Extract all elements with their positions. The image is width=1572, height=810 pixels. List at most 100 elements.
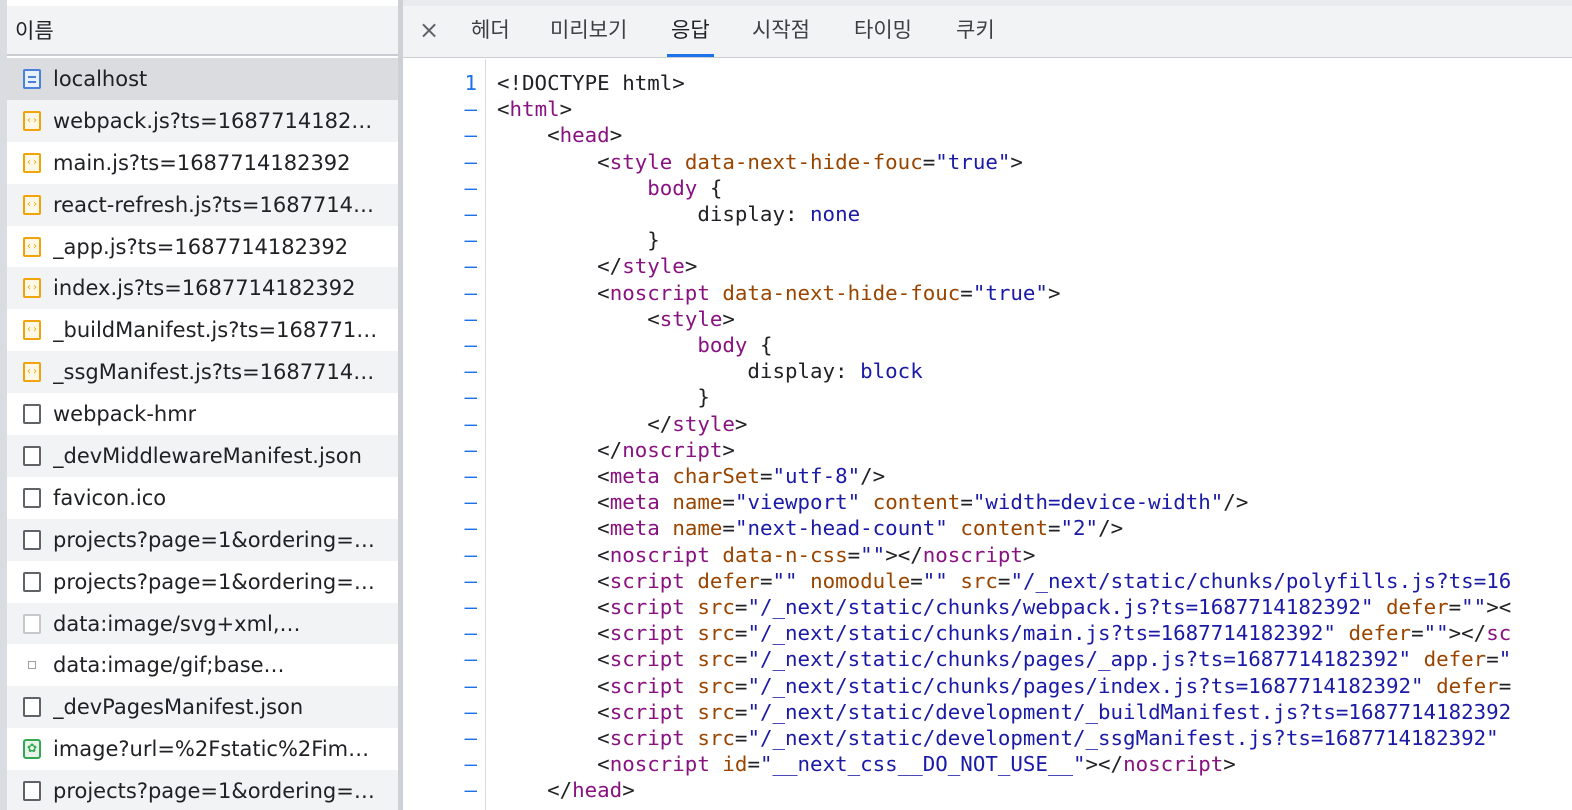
collapse-marker[interactable]: – bbox=[403, 463, 477, 489]
collapse-marker[interactable]: – bbox=[403, 699, 477, 725]
collapse-marker[interactable]: – bbox=[403, 568, 477, 594]
detail-tabbar: × 헤더 미리보기 응답 시작점 타이밍 쿠키 bbox=[403, 6, 1572, 58]
code-token-pun: = bbox=[734, 699, 748, 724]
collapse-marker[interactable]: – bbox=[403, 673, 477, 699]
code-token-pun: > bbox=[609, 123, 623, 148]
tab-headers[interactable]: 헤더 bbox=[467, 6, 514, 57]
collapse-marker[interactable]: – bbox=[403, 227, 477, 253]
code-token-pun: < bbox=[497, 568, 610, 593]
request-name: _app.js?ts=1687714182392 bbox=[53, 234, 349, 259]
code-token-pun: = bbox=[997, 568, 1011, 593]
collapse-marker[interactable]: – bbox=[403, 725, 477, 751]
collapse-marker[interactable]: – bbox=[403, 306, 477, 332]
name-column-header[interactable]: 이름 bbox=[7, 6, 398, 56]
collapse-marker[interactable]: – bbox=[403, 384, 477, 410]
request-row[interactable]: webpack-hmr bbox=[7, 393, 398, 435]
code-token-attr: name bbox=[672, 516, 723, 541]
tab-cookies[interactable]: 쿠키 bbox=[952, 6, 999, 57]
collapse-marker[interactable]: – bbox=[403, 646, 477, 672]
code-token-pun: > bbox=[622, 778, 635, 803]
collapse-marker[interactable]: – bbox=[403, 149, 477, 175]
request-row[interactable]: projects?page=1&ordering=… bbox=[7, 770, 398, 810]
collapse-marker[interactable]: – bbox=[403, 96, 477, 122]
collapse-marker[interactable]: – bbox=[403, 411, 477, 437]
tab-initiator[interactable]: 시작점 bbox=[748, 6, 814, 57]
code-token-pun: < bbox=[497, 699, 610, 724]
code-token-pun bbox=[685, 726, 698, 750]
request-row[interactable]: favicon.ico bbox=[7, 477, 398, 519]
tab-timing[interactable]: 타이밍 bbox=[850, 6, 916, 57]
code-token-pun: = bbox=[922, 149, 936, 174]
code-token-pun: { bbox=[747, 333, 773, 357]
gutter-divider bbox=[485, 59, 486, 810]
code-token-tag: style bbox=[622, 254, 685, 279]
request-row[interactable]: ✿ image?url=%2Fstatic%2Fim… bbox=[7, 728, 398, 770]
code-text: } bbox=[497, 227, 660, 253]
code-text: <head> bbox=[497, 122, 622, 148]
collapse-marker[interactable]: – bbox=[403, 515, 477, 541]
request-row[interactable]: projects?page=1&ordering=… bbox=[7, 561, 398, 603]
request-name: main.js?ts=1687714182392 bbox=[53, 150, 351, 175]
request-row[interactable]: localhost bbox=[7, 58, 398, 100]
code-token-pun: < bbox=[497, 542, 610, 567]
request-row[interactable]: ‹› react-refresh.js?ts=1687714… bbox=[7, 183, 398, 226]
code-text: <noscript data-n-css=""></noscript> bbox=[497, 542, 1035, 568]
code-token-tag: meta bbox=[609, 516, 660, 541]
request-row[interactable]: _devPagesManifest.json bbox=[7, 686, 398, 729]
request-row[interactable]: _devMiddlewareManifest.json bbox=[7, 435, 398, 477]
close-icon[interactable]: × bbox=[417, 14, 441, 46]
code-token-pun bbox=[685, 569, 698, 593]
collapse-marker[interactable]: – bbox=[403, 358, 477, 384]
request-row[interactable]: ‹› _ssgManifest.js?ts=1687714… bbox=[7, 351, 398, 394]
request-row[interactable]: projects?page=1&ordering=… bbox=[7, 518, 398, 561]
request-row[interactable]: data:image/gif;base… bbox=[7, 644, 398, 686]
response-code-viewer[interactable]: 1 <!DOCTYPE html> – <html> – <head> – <style … bbox=[403, 59, 1572, 810]
code-token-pun: ></ bbox=[1085, 752, 1124, 777]
code-text: <html> bbox=[497, 96, 572, 122]
code-token-pun: > bbox=[734, 411, 748, 436]
code-token-val: "" bbox=[772, 568, 798, 593]
image-file-icon: ✿ bbox=[23, 739, 41, 760]
request-row[interactable]: ‹› _app.js?ts=1687714182392 bbox=[7, 226, 398, 268]
collapse-marker[interactable]: – bbox=[403, 201, 477, 227]
collapse-marker[interactable]: – bbox=[403, 253, 477, 279]
collapse-marker[interactable]: – bbox=[403, 777, 477, 803]
collapse-marker[interactable]: – bbox=[403, 122, 477, 148]
code-token-val: "/_next/static/development/_ssgManifest.… bbox=[747, 726, 1499, 750]
request-name: image?url=%2Fstatic%2Fim… bbox=[53, 737, 370, 762]
code-token-pun bbox=[860, 490, 873, 514]
collapse-marker[interactable]: – bbox=[403, 175, 477, 201]
request-row[interactable]: ‹› main.js?ts=1687714182392 bbox=[7, 142, 398, 184]
code-token-pun: } bbox=[497, 228, 660, 253]
code-token-attr: src bbox=[697, 673, 735, 698]
code-token-pun: < bbox=[497, 123, 560, 148]
collapse-marker[interactable]: – bbox=[403, 620, 477, 646]
code-text: <script src="/_next/static/chunks/pages/… bbox=[497, 646, 1511, 672]
collapse-marker[interactable]: – bbox=[403, 542, 477, 568]
request-name: _ssgManifest.js?ts=1687714… bbox=[53, 360, 375, 385]
collapse-marker[interactable]: – bbox=[403, 437, 477, 463]
collapse-marker[interactable]: – bbox=[403, 594, 477, 620]
request-row[interactable]: ‹› _buildManifest.js?ts=168771… bbox=[7, 309, 398, 351]
request-row[interactable]: data:image/svg+xml,… bbox=[7, 602, 398, 645]
code-token-pun bbox=[948, 516, 961, 540]
code-token-pun: < bbox=[497, 647, 610, 672]
document-icon bbox=[23, 68, 41, 89]
collapse-marker[interactable]: – bbox=[403, 751, 477, 777]
request-row[interactable]: ‹› index.js?ts=1687714182392 bbox=[7, 267, 398, 310]
code-token-pun bbox=[710, 543, 723, 567]
collapse-marker[interactable]: – bbox=[403, 489, 477, 515]
code-token-pun: > bbox=[1047, 280, 1061, 305]
request-name: favicon.ico bbox=[53, 485, 167, 510]
code-token-pun: = bbox=[722, 516, 735, 541]
code-token-pun: < bbox=[497, 464, 610, 488]
collapse-marker[interactable]: – bbox=[403, 280, 477, 306]
collapse-marker[interactable]: – bbox=[403, 332, 477, 358]
tab-response[interactable]: 응답 bbox=[667, 6, 714, 57]
request-list: localhost ‹› webpack.js?ts=1687714182… ‹› ma… bbox=[7, 58, 398, 810]
code-text: </style> bbox=[497, 253, 697, 279]
code-token-attr: data-next-hide-fouc bbox=[722, 280, 961, 305]
request-row[interactable]: ‹› webpack.js?ts=1687714182… bbox=[7, 99, 398, 142]
code-token-attr: src bbox=[697, 647, 735, 672]
tab-preview[interactable]: 미리보기 bbox=[546, 6, 631, 57]
